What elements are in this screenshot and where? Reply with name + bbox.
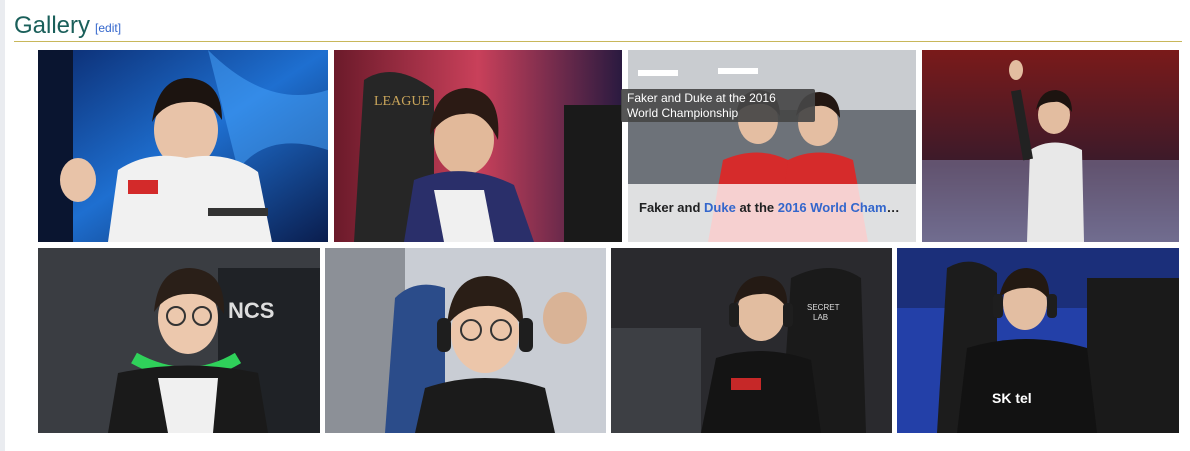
- gallery-image-4[interactable]: [922, 50, 1179, 242]
- gallery-image-1[interactable]: [38, 50, 328, 242]
- gallery-image-2[interactable]: LEAGUE: [334, 50, 622, 242]
- gallery-image-8[interactable]: SK tel: [897, 248, 1179, 433]
- svg-text:SK tel: SK tel: [992, 390, 1032, 406]
- gallery-image-3[interactable]: Faker and Duke at the 2016 World Champio…: [628, 50, 916, 242]
- caption-text: Faker and: [639, 200, 705, 215]
- svg-text:SECRET: SECRET: [807, 303, 840, 312]
- page-left-rail: [0, 0, 5, 451]
- svg-text:LAB: LAB: [813, 313, 828, 322]
- image-tooltip: Faker and Duke at the 2016 World Champio…: [621, 89, 815, 122]
- edit-link[interactable]: edit: [98, 21, 117, 35]
- svg-text:NCS: NCS: [228, 298, 274, 323]
- edit-section: [edit]: [95, 21, 121, 35]
- section-title: Gallery: [14, 12, 91, 39]
- edit-bracket-close: ]: [117, 21, 122, 35]
- image-caption: Faker and Duke at the 2016 World Champio…: [628, 184, 916, 242]
- gallery-image-6[interactable]: [325, 248, 606, 433]
- svg-text:LEAGUE: LEAGUE: [374, 94, 430, 109]
- caption-link-worlds[interactable]: 2016 World Champions...: [778, 200, 916, 215]
- caption-link-duke[interactable]: Duke: [704, 200, 736, 215]
- caption-text: at the: [735, 200, 778, 215]
- gallery-image-5[interactable]: NCS: [38, 248, 320, 433]
- gallery-image-7[interactable]: SECRET LAB: [611, 248, 892, 433]
- section-heading: Gallery [edit]: [14, 10, 1182, 42]
